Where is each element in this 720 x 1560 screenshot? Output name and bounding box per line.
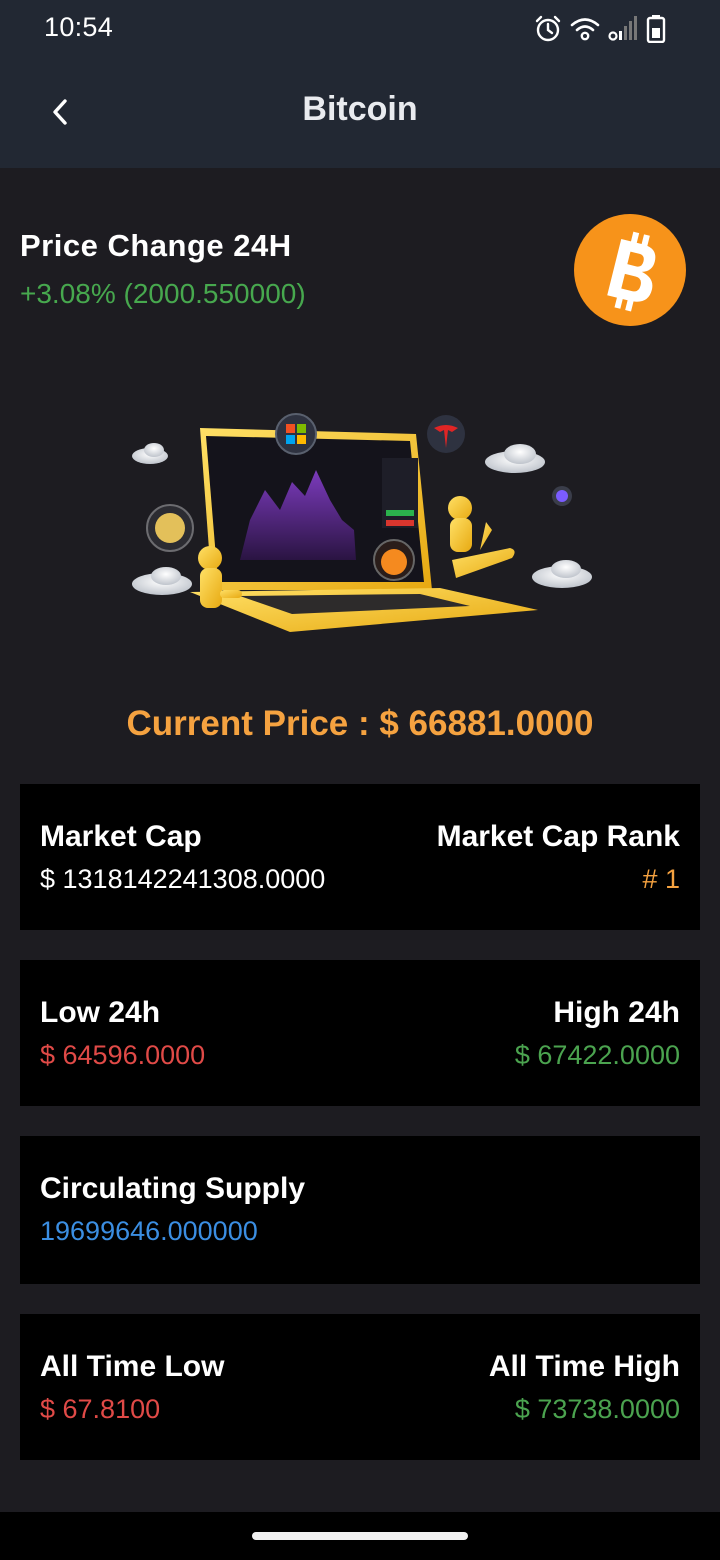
circulating-supply-card: Circulating Supply 19699646.000000: [20, 1136, 700, 1284]
circulating-supply-value: 19699646.000000: [40, 1216, 258, 1246]
market-cap-rank-value: # 1: [642, 864, 680, 894]
all-time-low-label: All Time Low: [40, 1350, 225, 1383]
all-time-high-label: All Time High: [488, 1350, 680, 1383]
range-24h-card: Low 24h $ 64596.0000 High 24h $ 67422.00…: [20, 960, 700, 1106]
low-24h-label: Low 24h: [40, 996, 161, 1029]
all-time-card: All Time Low $ 67.8100 All Time High $ 7…: [20, 1314, 700, 1460]
price-change-value: +3.08% (2000.550000): [20, 278, 306, 309]
alarm-icon: [535, 15, 561, 42]
signal-icon: [608, 16, 637, 41]
market-cap-label: Market Cap: [40, 820, 202, 853]
system-icons: [534, 14, 666, 44]
trading-laptop-illustration: [132, 413, 592, 632]
status-bar: 10:54: [0, 0, 720, 56]
bitcoin-logo: [574, 214, 686, 326]
market-cap-value: $ 1318142241308.0000: [40, 864, 326, 894]
status-time: 10:54: [44, 12, 114, 42]
home-gesture-handle[interactable]: [252, 1532, 468, 1540]
app-screen: 10:54 Bitcoin Price Change 24H +3.08% (2…: [0, 0, 720, 1560]
market-cap-rank-label: Market Cap Rank: [436, 820, 680, 853]
market-cap-card: Market Cap $ 1318142241308.0000 Market C…: [20, 784, 700, 930]
price-change-label: Price Change 24H: [20, 228, 292, 263]
circulating-supply-label: Circulating Supply: [40, 1172, 306, 1205]
low-24h-value: $ 64596.0000: [40, 1040, 206, 1070]
wifi-icon: [570, 18, 600, 41]
app-bar: Bitcoin: [0, 56, 720, 168]
navigation-bar: [0, 1512, 720, 1560]
battery-icon: [646, 15, 666, 43]
current-price: Current Price : $ 66881.0000: [126, 704, 594, 743]
high-24h-label: High 24h: [553, 996, 680, 1029]
all-time-low-value: $ 67.8100: [40, 1394, 161, 1424]
all-time-high-value: $ 73738.0000: [514, 1394, 680, 1424]
page-title: Bitcoin: [302, 90, 418, 128]
high-24h-value: $ 67422.0000: [514, 1040, 680, 1070]
